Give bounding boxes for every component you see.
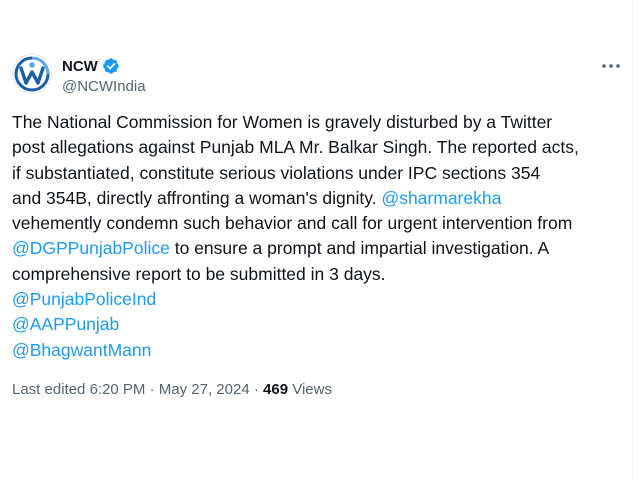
tweet-metadata: Last edited 6:20 PM · May 27, 2024 · 469… bbox=[12, 381, 332, 398]
tweet-time[interactable]: 6:20 PM bbox=[90, 381, 146, 398]
mention-link-aappunjab[interactable]: @AAPPunjab bbox=[12, 314, 119, 334]
mention-link-sharmarekha[interactable]: @sharmarekha bbox=[381, 188, 501, 208]
views-label: Views bbox=[292, 381, 332, 398]
tweet-line: vehemently condemn such behavior and cal… bbox=[12, 213, 573, 234]
author-display-name[interactable]: NCW bbox=[62, 58, 98, 75]
verified-badge-icon bbox=[102, 58, 119, 74]
more-dots-icon bbox=[602, 64, 620, 68]
mention-link-dgppunjabpolice[interactable]: @DGPPunjabPolice bbox=[12, 238, 170, 258]
tweet-text: The National Commission for Women is gra… bbox=[12, 110, 624, 363]
meta-separator: · bbox=[149, 381, 155, 398]
tweet-line: comprehensive report to be submitted in … bbox=[12, 263, 386, 284]
mention-link-bhagwantmann[interactable]: @BhagwantMann bbox=[12, 340, 151, 360]
tweet: NCW @NCWIndia The National Commission fo… bbox=[12, 50, 622, 398]
tweet-line: if substantiated, constitute serious vio… bbox=[12, 162, 541, 183]
edited-label[interactable]: Last edited bbox=[12, 381, 85, 398]
tweet-line-text: to ensure a prompt and impartial investi… bbox=[169, 238, 550, 259]
tweet-line: post allegations against Punjab MLA Mr. … bbox=[12, 137, 579, 158]
mention-line: @AAPPunjab bbox=[12, 312, 624, 337]
tweet-date[interactable]: May 27, 2024 bbox=[159, 381, 250, 398]
tweet-line-with-mention: @DGPPunjabPolice to ensure a prompt and … bbox=[12, 236, 624, 261]
column-divider bbox=[632, 0, 633, 480]
mention-line: @BhagwantMann bbox=[12, 338, 624, 363]
tweet-line: The National Commission for Women is gra… bbox=[12, 112, 553, 132]
author-handle[interactable]: @NCWIndia bbox=[62, 78, 146, 95]
views-count: 469 bbox=[263, 381, 289, 398]
tweet-header: NCW @NCWIndia bbox=[12, 50, 622, 102]
name-row: NCW bbox=[62, 56, 146, 76]
more-options-button[interactable] bbox=[600, 56, 622, 76]
author-names: NCW @NCWIndia bbox=[62, 56, 146, 96]
tweet-line-text: and 354B, directly affronting a woman's … bbox=[12, 187, 382, 208]
tweet-line-with-mention: and 354B, directly affronting a woman's … bbox=[12, 186, 624, 211]
mention-line: @PunjabPoliceInd bbox=[12, 287, 624, 312]
mention-link-punjabpoliceind[interactable]: @PunjabPoliceInd bbox=[12, 289, 156, 309]
meta-separator: · bbox=[253, 381, 259, 398]
ncw-logo-icon[interactable] bbox=[12, 54, 52, 94]
